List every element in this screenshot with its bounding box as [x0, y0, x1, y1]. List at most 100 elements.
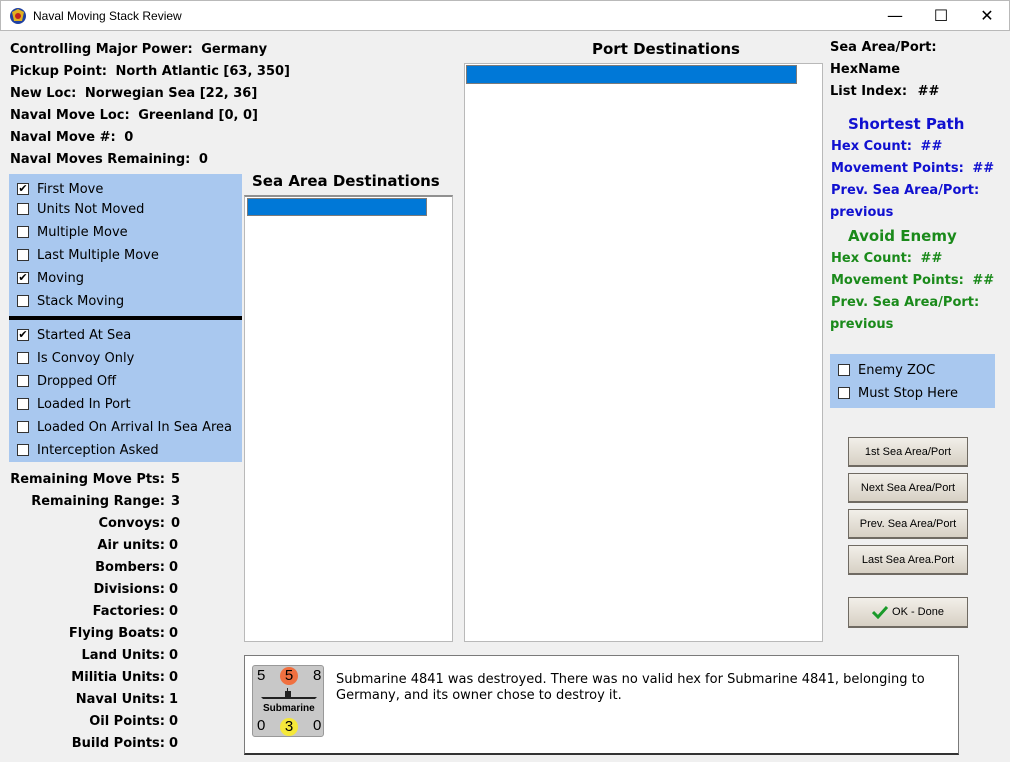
- list-index-value: ##: [917, 84, 940, 99]
- shortest-hex-count-value: ##: [920, 139, 943, 154]
- checkbox-box[interactable]: [17, 226, 29, 238]
- naval-units-value: 1: [169, 692, 179, 707]
- last-sea-area-button[interactable]: Last Sea Area.Port: [848, 545, 968, 575]
- checkbox-box[interactable]: [17, 249, 29, 261]
- enemy-zoc-checkbox[interactable]: Enemy ZOC: [838, 360, 935, 380]
- convoys-value: 0: [171, 516, 181, 531]
- sea-area-selected-row[interactable]: [247, 198, 427, 216]
- checkbox-box[interactable]: [17, 295, 29, 307]
- port-destinations-title: Port Destinations: [592, 40, 740, 58]
- checkmark-icon: [872, 605, 889, 619]
- navalmoveloc-label: Naval Move Loc:: [10, 108, 130, 123]
- navalmove-value: 0: [124, 130, 134, 145]
- build-points-value: 0: [169, 736, 179, 751]
- checkbox-box[interactable]: [838, 387, 850, 399]
- counter-defense: 8: [313, 667, 322, 684]
- is-convoy-only-checkbox[interactable]: Is Convoy Only: [17, 348, 134, 368]
- checkbox-box[interactable]: [17, 375, 29, 387]
- checkbox-box[interactable]: [17, 398, 29, 410]
- shortest-prev-value: previous: [830, 205, 894, 220]
- checkbox-label: Loaded In Port: [37, 396, 131, 412]
- started-at-sea-checkbox[interactable]: ✔ Started At Sea: [17, 325, 131, 345]
- shortest-path-title: Shortest Path: [848, 115, 965, 133]
- dropped-off-checkbox[interactable]: Dropped Off: [17, 371, 116, 391]
- checkbox-label: Dropped Off: [37, 373, 117, 389]
- prev-sea-area-button[interactable]: Prev. Sea Area/Port: [848, 509, 968, 539]
- loaded-on-arrival-checkbox[interactable]: Loaded On Arrival In Sea Area: [17, 417, 232, 437]
- multiple-move-checkbox[interactable]: Multiple Move: [17, 222, 128, 242]
- close-button[interactable]: ✕: [964, 1, 1010, 31]
- newloc-value: Norwegian Sea [22, 36]: [84, 86, 258, 101]
- air-units-value: 0: [169, 538, 179, 553]
- counter-name: Submarine: [263, 703, 315, 714]
- minimize-button[interactable]: —: [872, 1, 918, 31]
- remaining-label: Naval Moves Remaining:: [10, 152, 191, 167]
- ok-done-label: OK - Done: [892, 606, 944, 618]
- ok-done-button[interactable]: OK - Done: [848, 597, 968, 628]
- sea-area-destinations-title: Sea Area Destinations: [252, 172, 440, 190]
- sea-area-destinations-list[interactable]: [244, 195, 453, 642]
- first-move-checkbox[interactable]: ✔ First Move: [17, 179, 103, 199]
- flying-boats-value: 0: [169, 626, 179, 641]
- stack-moving-checkbox[interactable]: Stack Moving: [17, 291, 124, 311]
- shortest-movement-points: Movement Points: ##: [831, 161, 994, 176]
- title-bar: Naval Moving Stack Review — ☐ ✕: [0, 0, 1010, 31]
- first-sea-area-button[interactable]: 1st Sea Area/Port: [848, 437, 968, 467]
- checkbox-box[interactable]: [17, 352, 29, 364]
- moving-checkbox[interactable]: ✔ Moving: [17, 268, 84, 288]
- list-index-label: List Index:: [830, 84, 908, 99]
- new-loc: New Loc: Norwegian Sea [22, 36]: [10, 86, 257, 101]
- interception-asked-checkbox[interactable]: Interception Asked: [17, 440, 159, 460]
- port-destinations-list[interactable]: [464, 63, 823, 642]
- counter-attack: 5: [257, 667, 266, 684]
- checkbox-box[interactable]: [838, 364, 850, 376]
- avoid-hex-count: Hex Count: ##: [831, 251, 942, 266]
- avoid-prev-value: previous: [830, 317, 894, 332]
- naval-units-label: Naval Units:: [75, 692, 165, 707]
- app-icon: [10, 8, 26, 24]
- checkbox-label: Units Not Moved: [37, 201, 145, 217]
- factories-value: 0: [169, 604, 179, 619]
- checkbox-label: Loaded On Arrival In Sea Area: [37, 419, 233, 435]
- port-selected-row[interactable]: [466, 65, 797, 84]
- units-not-moved-checkbox[interactable]: Units Not Moved: [17, 199, 144, 219]
- counter-bottom-left: 0: [257, 717, 266, 734]
- air-units-label: Air units:: [97, 538, 165, 553]
- build-points-label: Build Points:: [71, 736, 165, 751]
- shortest-mp-value: ##: [972, 161, 995, 176]
- checkbox-box[interactable]: ✔: [17, 329, 29, 341]
- remaining-range-label: Remaining Range:: [31, 494, 165, 509]
- zoc-panel: Enemy ZOC Must Stop Here: [830, 354, 995, 408]
- loaded-in-port-checkbox[interactable]: Loaded In Port: [17, 394, 131, 414]
- maximize-button[interactable]: ☐: [918, 1, 964, 31]
- navalmove-label: Naval Move #:: [10, 130, 116, 145]
- message-text[interactable]: Submarine 4841 was destroyed. There was …: [336, 672, 946, 704]
- checkbox-label: Last Multiple Move: [37, 247, 159, 263]
- avoid-prev-label: Prev. Sea Area/Port:: [831, 295, 980, 310]
- move-flags-panel: ✔ First Move Units Not Moved Multiple Mov…: [9, 174, 242, 316]
- counter-movement: 5: [280, 667, 298, 685]
- checkbox-box[interactable]: [17, 444, 29, 456]
- remaining-move-pts-value: 5: [171, 472, 181, 487]
- checkbox-box[interactable]: ✔: [17, 183, 29, 195]
- land-units-label: Land Units:: [81, 648, 165, 663]
- bombers-value: 0: [169, 560, 179, 575]
- must-stop-here-checkbox[interactable]: Must Stop Here: [838, 383, 958, 403]
- divisions-value: 0: [169, 582, 179, 597]
- checkbox-label: Multiple Move: [37, 224, 128, 240]
- militia-units-label: Militia Units:: [71, 670, 165, 685]
- checkbox-box[interactable]: [17, 421, 29, 433]
- checkbox-label: Started At Sea: [37, 327, 132, 343]
- checkbox-label: Enemy ZOC: [858, 362, 936, 378]
- avoid-mp-value: ##: [972, 273, 995, 288]
- checkbox-box[interactable]: [17, 203, 29, 215]
- checkbox-box[interactable]: ✔: [17, 272, 29, 284]
- oil-points-label: Oil Points:: [89, 714, 165, 729]
- message-area: [244, 655, 959, 755]
- next-sea-area-button[interactable]: Next Sea Area/Port: [848, 473, 968, 503]
- sea-area-port-label: Sea Area/Port:: [830, 40, 937, 55]
- remaining-move-pts-label: Remaining Move Pts:: [10, 472, 165, 487]
- navalmoveloc-value: Greenland [0, 0]: [138, 108, 258, 123]
- last-multiple-move-checkbox[interactable]: Last Multiple Move: [17, 245, 159, 265]
- avoid-enemy-title: Avoid Enemy: [848, 227, 957, 245]
